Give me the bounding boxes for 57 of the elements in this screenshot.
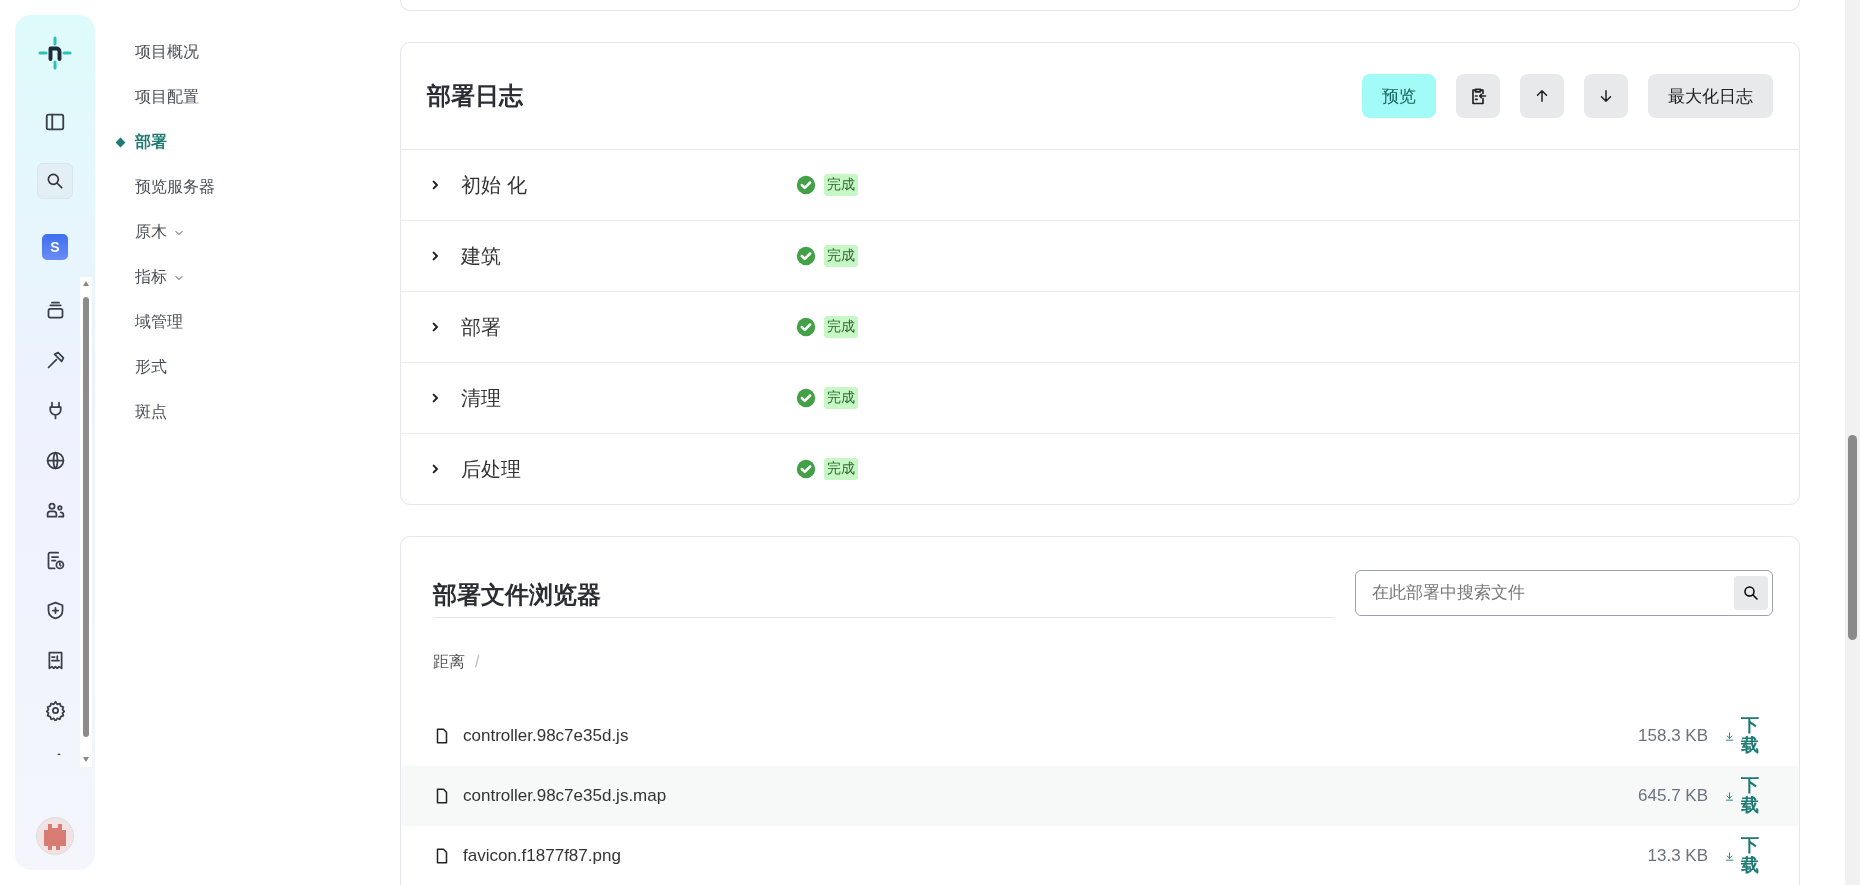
status-badge: 完成: [824, 316, 858, 338]
breadcrumb-link[interactable]: 距离: [433, 651, 465, 673]
download-link[interactable]: 下载: [1724, 776, 1759, 816]
step-name: 部署: [461, 314, 502, 340]
search-button[interactable]: [37, 163, 73, 199]
step-name: 建筑: [461, 243, 502, 269]
check-circle-icon: [796, 246, 816, 266]
nav-link[interactable]: 项目配置: [135, 87, 199, 108]
check-circle-icon: [796, 388, 816, 408]
workspace-avatar[interactable]: S: [42, 234, 68, 260]
download-icon: [1724, 850, 1735, 862]
scroll-down-button[interactable]: [1584, 74, 1628, 118]
nav-link[interactable]: 斑点: [135, 402, 167, 423]
download-link[interactable]: 下载: [1724, 836, 1759, 876]
scroll-up-button[interactable]: [1520, 74, 1564, 118]
check-circle-icon: [796, 317, 816, 337]
file-name[interactable]: controller.98c7e35d.js: [463, 726, 1639, 746]
nav-link[interactable]: 部署: [135, 132, 167, 153]
file-size: 158.3 KB: [1638, 726, 1708, 746]
step-name: 后处理: [461, 456, 522, 482]
section-title: 部署文件浏览器: [433, 579, 1335, 618]
download-link[interactable]: 下载: [1724, 716, 1759, 756]
copy-button[interactable]: [1456, 74, 1500, 118]
log-button[interactable]: 预览: [1362, 74, 1436, 118]
nav-link[interactable]: 指标: [135, 267, 185, 288]
search-button[interactable]: [1734, 575, 1768, 610]
breadcrumb-separator: /: [475, 653, 480, 671]
search-icon: [1742, 583, 1760, 602]
search-icon: [45, 171, 65, 191]
step-name: 初始 化: [461, 172, 528, 198]
step-name: 清理: [461, 385, 502, 411]
nav-link[interactable]: 项目概况: [135, 42, 199, 63]
download-icon: [1724, 730, 1735, 742]
section-title: 部署日志: [427, 81, 524, 111]
file-name[interactable]: favicon.f1877f87.png: [463, 846, 1648, 866]
file-size: 13.3 KB: [1647, 846, 1708, 866]
settings-icon[interactable]: [44, 699, 66, 721]
check-circle-icon: [796, 175, 816, 195]
nav-link[interactable]: 预览服务器: [135, 177, 215, 198]
file-name[interactable]: controller.98c7e35d.js.map: [463, 786, 1639, 806]
status-badge: 完成: [824, 387, 858, 409]
globe-icon[interactable]: [44, 449, 66, 471]
nav-link[interactable]: 原木: [135, 222, 185, 243]
search-field[interactable]: 在此部署中搜索文件: [1355, 569, 1773, 616]
status-badge: 完成: [824, 174, 858, 196]
status-badge: 完成: [824, 458, 858, 480]
scrollbar[interactable]: [80, 277, 92, 767]
user-avatar[interactable]: [36, 817, 74, 855]
nav-link[interactable]: 域管理: [135, 312, 183, 333]
sidebar-toggle-icon[interactable]: [44, 111, 66, 133]
file-size: 645.7 KB: [1638, 786, 1708, 806]
check-circle-icon: [796, 459, 816, 479]
download-icon: [1724, 790, 1735, 802]
nav-link[interactable]: 形式: [135, 357, 167, 378]
log-button[interactable]: 最大化日志: [1648, 74, 1773, 118]
status-badge: 完成: [824, 245, 858, 267]
logo-icon[interactable]: [37, 35, 73, 71]
